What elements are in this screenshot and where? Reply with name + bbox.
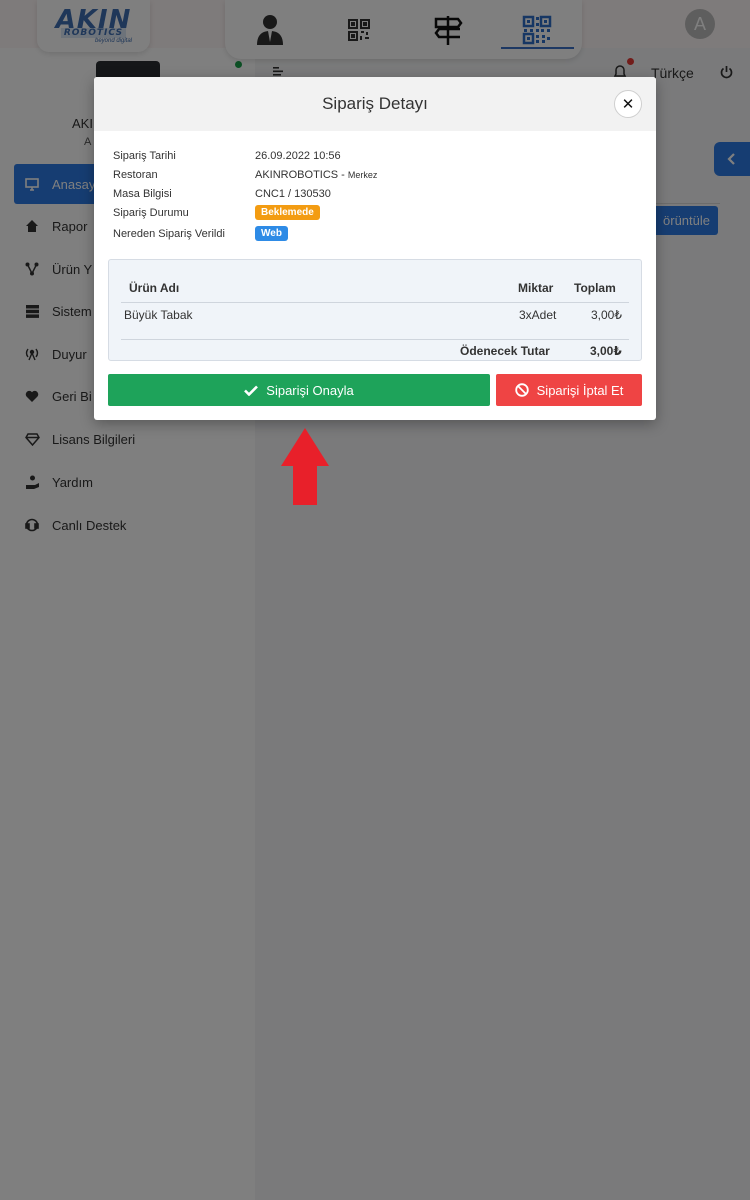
order-source-label: Nereden Sipariş Verildi: [113, 228, 225, 240]
payable-amount-value: 3,00₺: [590, 344, 622, 358]
source-badge: Web: [255, 226, 288, 241]
info-row-source: Nereden Sipariş Verildi Web: [113, 226, 633, 245]
modal-header: Sipariş Detayı ✕: [94, 77, 656, 131]
confirm-order-label: Siparişi Onayla: [266, 382, 354, 398]
order-date-label: Sipariş Tarihi: [113, 150, 176, 162]
restaurant-name: AKINROBOTICS -: [255, 169, 348, 181]
product-name-cell: Büyük Tabak: [124, 308, 193, 322]
status-badge: Beklemede: [255, 205, 320, 220]
payable-amount-label: Ödenecek Tutar: [460, 344, 550, 358]
total-cell: 3,00₺: [591, 308, 622, 322]
order-info: Sipariş Tarihi 26.09.2022 10:56 Restoran…: [113, 148, 633, 245]
restaurant-value: AKINROBOTICS - Merkez: [255, 169, 377, 181]
table-info-value: CNC1 / 130530: [255, 188, 331, 200]
table-footer: Ödenecek Tutar 3,00₺: [121, 340, 629, 362]
cancel-order-label: Siparişi İptal Et: [536, 382, 624, 398]
table-info-label: Masa Bilgisi: [113, 188, 172, 200]
col-header-quantity: Miktar: [518, 281, 554, 295]
order-date-value: 26.09.2022 10:56: [255, 150, 341, 162]
order-items-table: Ürün Adı Miktar Toplam Büyük Tabak 3xAde…: [108, 259, 642, 361]
col-header-total: Toplam: [574, 281, 616, 295]
info-row-status: Sipariş Durumu Beklemede: [113, 205, 633, 226]
table-row: Büyük Tabak 3xAdet 3,00₺: [121, 303, 629, 340]
order-status-value: Beklemede: [255, 205, 320, 220]
close-icon: ✕: [621, 96, 635, 113]
info-row-restaurant: Restoran AKINROBOTICS - Merkez: [113, 167, 633, 186]
modal-title: Sipariş Detayı: [322, 94, 428, 113]
order-source-value: Web: [255, 226, 288, 241]
order-status-label: Sipariş Durumu: [113, 207, 189, 219]
red-arrow-icon: [281, 428, 329, 505]
restaurant-label: Restoran: [113, 169, 158, 181]
order-detail-modal: Sipariş Detayı ✕ Sipariş Tarihi 26.09.20…: [94, 77, 656, 420]
info-row-date: Sipariş Tarihi 26.09.2022 10:56: [113, 148, 633, 167]
table-header: Ürün Adı Miktar Toplam: [121, 260, 629, 303]
check-icon: [244, 385, 259, 396]
confirm-order-button[interactable]: Siparişi Onayla: [108, 374, 490, 406]
ban-icon: [514, 383, 529, 397]
restaurant-branch: Merkez: [347, 170, 378, 180]
col-header-product: Ürün Adı: [129, 281, 180, 295]
quantity-cell: 3xAdet: [519, 308, 557, 322]
info-row-table: Masa Bilgisi CNC1 / 130530: [113, 186, 633, 205]
close-button[interactable]: ✕: [614, 90, 642, 118]
cancel-order-button[interactable]: Siparişi İptal Et: [496, 374, 642, 406]
